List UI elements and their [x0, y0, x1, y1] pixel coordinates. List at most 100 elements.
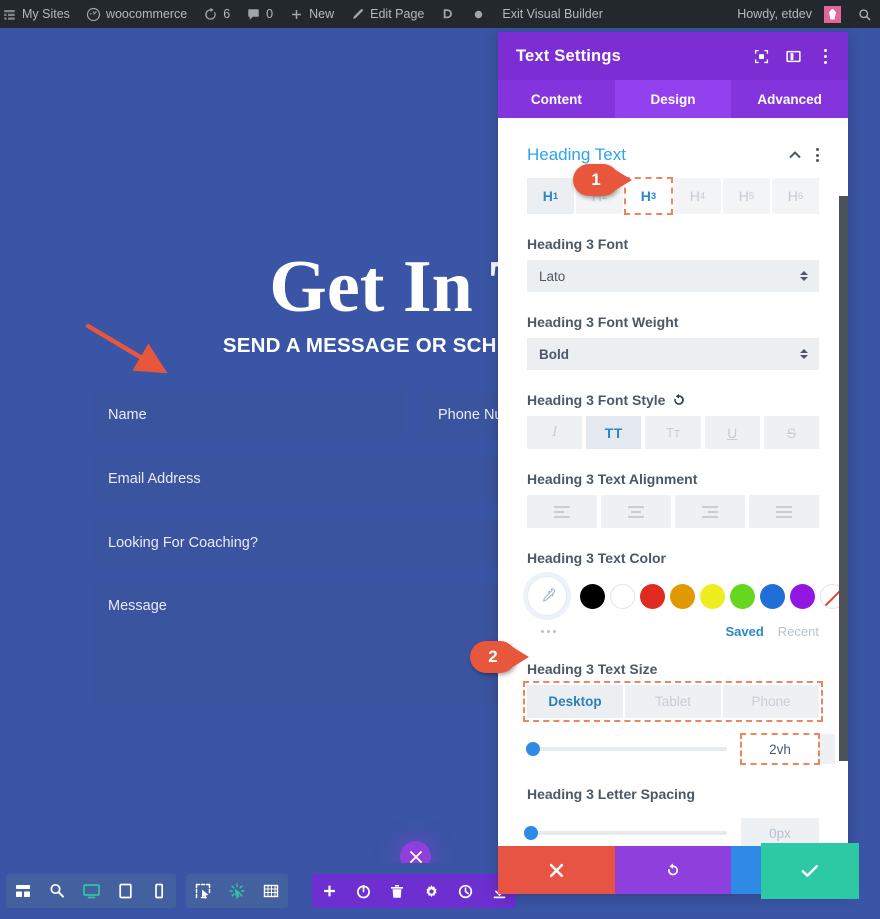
plus-icon	[289, 7, 304, 22]
font-style-strikethrough-button[interactable]: S	[763, 416, 820, 449]
swatch-yellow[interactable]	[700, 583, 725, 609]
click-select-button[interactable]	[186, 874, 220, 908]
color-tab-recent[interactable]: Recent	[778, 624, 819, 639]
add-module-button[interactable]	[312, 874, 346, 908]
save-button[interactable]	[761, 843, 859, 899]
email-field-label: Email Address	[108, 471, 201, 487]
device-tab-desktop[interactable]: Desktop	[527, 685, 625, 718]
tab-design[interactable]: Design	[614, 80, 732, 118]
font-style-underline-button[interactable]: U	[704, 416, 760, 449]
panel-more-button[interactable]	[816, 47, 834, 65]
cancel-button[interactable]	[498, 846, 615, 894]
swatch-purple[interactable]	[790, 583, 815, 609]
panel-scrollbar[interactable]	[839, 196, 848, 761]
admin-bar-my-sites[interactable]: My Sites	[0, 0, 78, 28]
heading-level-h5[interactable]: H5	[723, 178, 770, 214]
panel-layout-icon	[785, 50, 801, 62]
admin-bar-updates[interactable]: 6	[195, 0, 238, 28]
wireframe-view-button[interactable]	[6, 874, 40, 908]
swatch-green[interactable]	[730, 583, 755, 609]
toggle-builder-button[interactable]	[346, 874, 380, 908]
device-tab-tablet[interactable]: Tablet	[625, 685, 723, 718]
align-center-button[interactable]	[601, 495, 671, 528]
letter-spacing-value-input[interactable]: 0px	[741, 818, 819, 846]
phone-field-label: Phone Nu	[438, 407, 503, 423]
section-heading-text[interactable]: Heading Text	[527, 118, 819, 170]
tab-advanced[interactable]: Advanced	[731, 80, 848, 118]
phone-view-button[interactable]	[142, 874, 176, 908]
text-size-slider[interactable]	[526, 742, 727, 756]
text-size-value-input[interactable]: 2vh	[740, 733, 820, 765]
font-style-italic-button[interactable]: I	[527, 416, 583, 449]
admin-bar-status-dot[interactable]	[463, 0, 494, 28]
admin-bar-exit-label: Exit Visual Builder	[502, 7, 603, 21]
swatch-white[interactable]	[610, 583, 635, 609]
admin-bar-howdy[interactable]: Howdy, etdev	[735, 0, 849, 28]
admin-bar-exit-visual-builder[interactable]: Exit Visual Builder	[494, 0, 611, 28]
admin-bar-howdy-label: Howdy, etdev	[737, 7, 812, 21]
text-size-label-text: Heading 3 Text Size	[527, 661, 658, 677]
heading-level-h6-label: H	[787, 188, 798, 204]
align-left-button[interactable]	[527, 495, 597, 528]
color-tab-saved[interactable]: Saved	[725, 624, 763, 639]
align-justify-icon	[776, 505, 792, 518]
zoom-view-button[interactable]	[40, 874, 74, 908]
swatch-orange[interactable]	[670, 583, 695, 609]
letter-spacing-slider[interactable]	[524, 826, 727, 840]
heading-level-h6[interactable]: H6	[772, 178, 819, 214]
name-field[interactable]: Name	[94, 392, 406, 438]
letter-spacing-slider-knob[interactable]	[524, 826, 538, 840]
heading-level-h3[interactable]: H3	[624, 177, 673, 215]
tab-advanced-label: Advanced	[757, 91, 822, 107]
heading-level-h2[interactable]: H2	[576, 178, 623, 214]
font-style-uppercase-button[interactable]: TT	[586, 416, 642, 449]
font-style-uppercase-label: TT	[604, 424, 623, 441]
font-style-smallcaps-button[interactable]: Tт	[645, 416, 701, 449]
admin-bar-comments[interactable]: 0	[238, 0, 281, 28]
text-size-value-wrap: 2vh	[740, 733, 835, 765]
panel-layout-button[interactable]	[784, 47, 802, 65]
admin-bar-site-name[interactable]: woocommerce	[78, 0, 195, 28]
tab-content[interactable]: Content	[498, 80, 615, 118]
section-more-button[interactable]	[816, 148, 819, 162]
font-select[interactable]: Lato	[527, 260, 819, 292]
swatch-red[interactable]	[640, 583, 665, 609]
settings-button[interactable]	[414, 874, 448, 908]
admin-bar-edit-page[interactable]: Edit Page	[342, 0, 432, 28]
reset-icon[interactable]	[672, 393, 686, 407]
text-color-swatches	[527, 576, 845, 616]
screen-root: My Sites woocommerce 6 0 New Edit Page E…	[0, 0, 880, 919]
device-tab-tablet-label: Tablet	[654, 694, 692, 709]
letter-spacing-label: Heading 3 Letter Spacing	[527, 786, 819, 802]
font-weight-label-text: Heading 3 Font Weight	[527, 314, 679, 330]
panel-tabs: Content Design Advanced	[498, 80, 848, 118]
desktop-view-button[interactable]	[74, 874, 108, 908]
letter-spacing-label-text: Heading 3 Letter Spacing	[527, 786, 696, 802]
admin-bar-new[interactable]: New	[281, 0, 342, 28]
heading-level-h4[interactable]: H4	[674, 178, 721, 214]
history-button[interactable]	[448, 874, 482, 908]
heading-level-h4-sub: 4	[699, 190, 706, 202]
heading-level-h1[interactable]: H1	[527, 178, 574, 214]
hover-mode-button[interactable]	[220, 874, 254, 908]
undo-button[interactable]	[614, 846, 732, 894]
align-justify-button[interactable]	[749, 495, 819, 528]
tablet-view-button[interactable]	[108, 874, 142, 908]
align-right-button[interactable]	[675, 495, 745, 528]
device-tab-phone[interactable]: Phone	[723, 685, 819, 718]
swatch-black[interactable]	[580, 583, 605, 609]
section-collapse-button[interactable]	[788, 148, 802, 162]
swatch-blue[interactable]	[760, 583, 785, 609]
grid-view-button[interactable]	[254, 874, 288, 908]
text-size-device-tabs: Desktop Tablet Phone	[523, 681, 823, 722]
delete-button[interactable]	[380, 874, 414, 908]
admin-bar-divi[interactable]	[432, 0, 463, 28]
text-size-slider-knob[interactable]	[526, 742, 540, 756]
text-color-label-text: Heading 3 Text Color	[527, 550, 666, 566]
color-more-button[interactable]	[541, 630, 556, 633]
color-picker-button[interactable]	[527, 576, 567, 616]
admin-bar-search[interactable]	[849, 0, 880, 28]
fullscreen-button[interactable]	[752, 47, 770, 65]
font-weight-select[interactable]: Bold	[527, 338, 819, 370]
close-builder-button[interactable]	[400, 841, 431, 863]
